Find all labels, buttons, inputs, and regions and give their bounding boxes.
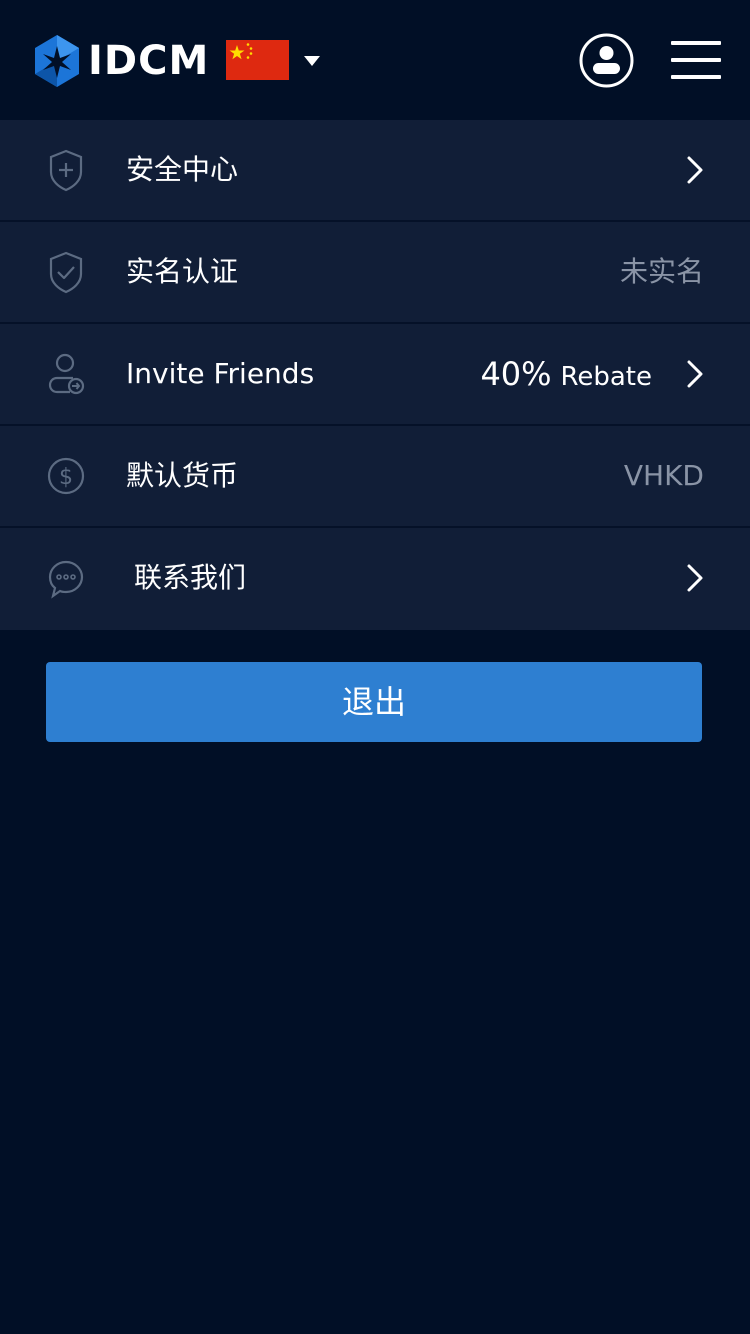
user-circle-icon[interactable] xyxy=(579,33,634,88)
shield-check-icon xyxy=(49,251,83,294)
chevron-right-icon xyxy=(687,360,703,388)
idcm-hexagon-logo-icon xyxy=(35,35,79,87)
default-currency-value: VHKD xyxy=(623,459,704,492)
rebate-percent: 40% xyxy=(480,355,552,393)
brand-logo[interactable]: IDCM xyxy=(33,34,209,88)
settings-page: IDCM 安全中心 实名认证 未实名 Invite Friends 40% Re… xyxy=(0,0,750,1334)
caret-down-icon[interactable] xyxy=(303,55,321,67)
brand-name: IDCM xyxy=(88,38,210,84)
settings-item-label: 安全中心 xyxy=(126,153,239,186)
hamburger-menu-icon[interactable] xyxy=(671,40,721,80)
chevron-right-icon xyxy=(687,564,703,592)
rebate-info: 40% Rebate xyxy=(480,324,652,424)
chat-bubble-icon xyxy=(48,560,84,599)
settings-item-security-center[interactable]: 安全中心 xyxy=(0,120,750,222)
settings-item-contact-us[interactable]: 联系我们 xyxy=(0,528,750,630)
verification-status: 未实名 xyxy=(619,255,704,288)
settings-item-label: 默认货币 xyxy=(126,459,239,492)
shield-plus-icon xyxy=(49,149,83,192)
settings-item-label: 实名认证 xyxy=(126,255,239,288)
svg-text:$: $ xyxy=(59,465,73,490)
settings-item-default-currency[interactable]: $ 默认货币 VHKD xyxy=(0,426,750,528)
settings-item-label: 联系我们 xyxy=(134,561,247,594)
chevron-right-icon xyxy=(687,156,703,184)
china-flag-icon[interactable] xyxy=(226,40,289,80)
settings-item-label: Invite Friends xyxy=(126,357,315,390)
settings-item-identity-verification[interactable]: 实名认证 未实名 xyxy=(0,222,750,324)
settings-list: 安全中心 实名认证 未实名 Invite Friends 40% Rebate xyxy=(0,120,750,630)
user-invite-icon xyxy=(48,353,85,395)
top-bar: IDCM xyxy=(0,0,750,120)
logout-button[interactable]: 退出 xyxy=(46,662,702,742)
settings-item-invite-friends[interactable]: Invite Friends 40% Rebate xyxy=(0,324,750,426)
rebate-label: Rebate xyxy=(560,362,652,392)
dollar-circle-icon: $ xyxy=(47,457,85,495)
